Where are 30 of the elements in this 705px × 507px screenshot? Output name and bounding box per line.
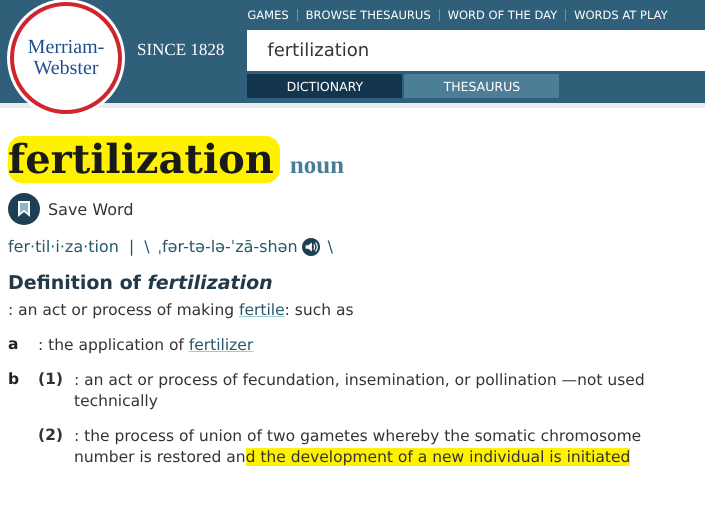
backslash: \ — [144, 237, 150, 256]
word-link[interactable]: fertile — [239, 301, 285, 319]
headword: fertilization — [8, 136, 280, 183]
tagline: SINCE 1828 — [137, 40, 224, 61]
tab[interactable]: DICTIONARY — [247, 74, 402, 98]
syllables: fer·til·i·za·tion — [8, 237, 119, 256]
nav-link[interactable]: GAMES — [247, 8, 289, 22]
sense-number: (2) — [38, 426, 64, 446]
tab[interactable]: THESAURUS — [404, 74, 560, 98]
definition-text: : the application of fertilizer — [38, 335, 254, 356]
nav-link[interactable]: WORD OF THE DAY — [448, 8, 558, 22]
nav-link[interactable]: BROWSE THESAURUS — [306, 8, 431, 22]
nav-link[interactable]: WORDS AT PLAY — [574, 8, 668, 22]
search-field[interactable]: fertilization — [247, 30, 705, 71]
definition-text: : an act or process of fecundation, insemination, or pollination —not used technically — [74, 370, 646, 412]
sense-letter: a — [8, 335, 20, 355]
speaker-icon[interactable] — [302, 238, 320, 256]
bookmark-icon[interactable] — [8, 193, 40, 225]
logo[interactable]: Merriam- Webster — [10, 2, 122, 114]
save-word-link[interactable]: Save Word — [48, 200, 134, 218]
part-of-speech: noun — [290, 152, 344, 180]
pronunciation: ˌfər-tə-lə-ˈzā-shən — [158, 237, 298, 256]
definition-heading: Definition of fertilization — [8, 272, 274, 294]
definition-text: : an act or process of making fertile: such as — [8, 300, 355, 321]
separator: | — [128, 237, 134, 256]
sense-number: (1) — [38, 370, 64, 390]
definition-text: : the process of union of two gametes whereby the somatic chromosome number is restored and the development of a new individual is initiated — [74, 426, 642, 468]
sense-letter: b — [8, 370, 20, 390]
word-link[interactable]: fertilizer — [188, 336, 254, 354]
backslash: \ — [328, 237, 334, 256]
